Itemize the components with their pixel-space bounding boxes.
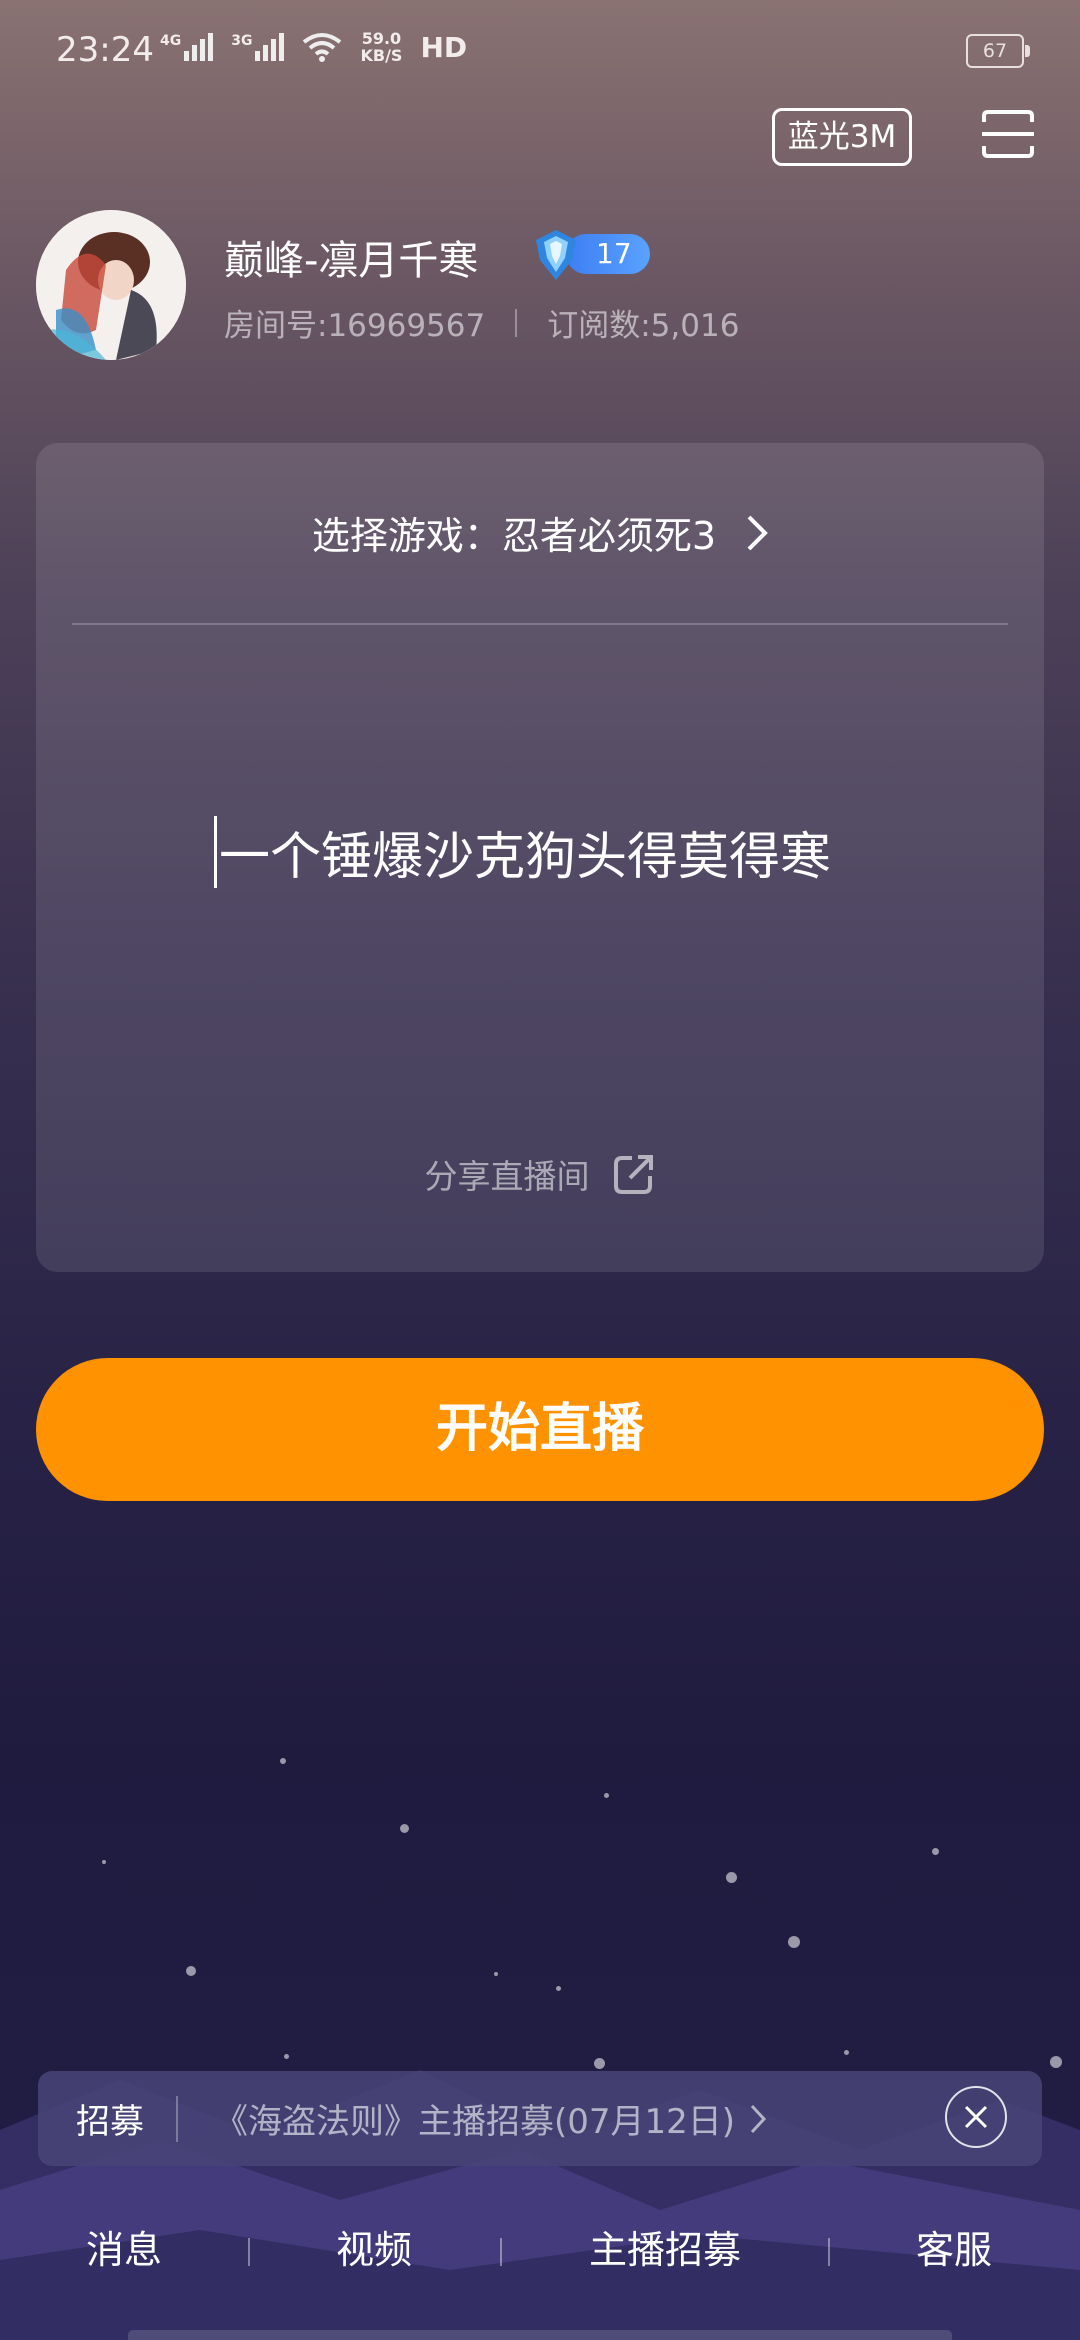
home-indicator[interactable]: [128, 2330, 952, 2340]
stream-title: 一个锤爆沙克狗头得莫得寒: [219, 828, 832, 887]
avatar-image: [36, 210, 186, 360]
network-speed: 59.0 KB/S: [360, 29, 403, 65]
signal-3g-icon: 3G: [231, 33, 285, 61]
share-room-button[interactable]: 分享直播间: [0, 1150, 1080, 1198]
bottom-nav: 消息 视频 主播招募 客服: [0, 2210, 1080, 2290]
divider: [515, 308, 518, 337]
status-time: 23:24: [56, 30, 154, 70]
divider: [500, 2238, 502, 2266]
nav-videos[interactable]: 视频: [312, 2210, 436, 2290]
menu-lines-icon[interactable]: [980, 108, 1036, 160]
nav-streamer-recruit[interactable]: 主播招募: [570, 2210, 760, 2290]
nav-customer-service[interactable]: 客服: [892, 2210, 1016, 2290]
subscriber-count: 订阅数:5,016: [547, 308, 740, 344]
card-divider: [72, 623, 1008, 625]
status-network: 4G 3G 59.0 KB/S HD: [160, 30, 467, 64]
battery-icon: 67: [966, 34, 1030, 68]
text-caret: [214, 816, 217, 888]
divider: [828, 2238, 830, 2266]
share-external-icon: [613, 1155, 653, 1194]
share-label: 分享直播间: [424, 1157, 590, 1196]
divider: [176, 2095, 178, 2142]
room-number: 房间号:16969567: [224, 308, 486, 344]
recruit-text: 《海盗法则》主播招募(07月12日): [214, 2094, 767, 2143]
start-stream-button[interactable]: 开始直播: [36, 1358, 1044, 1501]
chevron-right-icon: [750, 2104, 767, 2133]
divider: [248, 2238, 250, 2266]
signal-4g-icon: 4G: [160, 33, 214, 61]
close-icon[interactable]: [945, 2086, 1007, 2148]
game-select-label: 选择游戏：忍者必须死3: [311, 514, 717, 558]
avatar[interactable]: [36, 210, 186, 360]
game-select[interactable]: 选择游戏：忍者必须死3: [0, 505, 1080, 560]
diamond-level-icon: [536, 230, 576, 280]
stream-title-input[interactable]: 一个锤爆沙克狗头得莫得寒: [214, 815, 831, 889]
nav-messages[interactable]: 消息: [62, 2210, 186, 2290]
recruit-banner[interactable]: 招募 《海盗法则》主播招募(07月12日): [38, 2071, 1042, 2166]
recruit-label: 招募: [76, 2102, 144, 2142]
username: 巅峰-凛月千寒: [224, 238, 479, 284]
chevron-right-icon: [747, 515, 768, 550]
hd-indicator: HD: [420, 30, 468, 64]
wifi-icon: [303, 33, 342, 62]
room-info: 房间号:16969567 订阅数:5,016: [224, 300, 739, 345]
level-badge: 17: [528, 226, 650, 282]
quality-button[interactable]: 蓝光3M: [772, 108, 912, 166]
